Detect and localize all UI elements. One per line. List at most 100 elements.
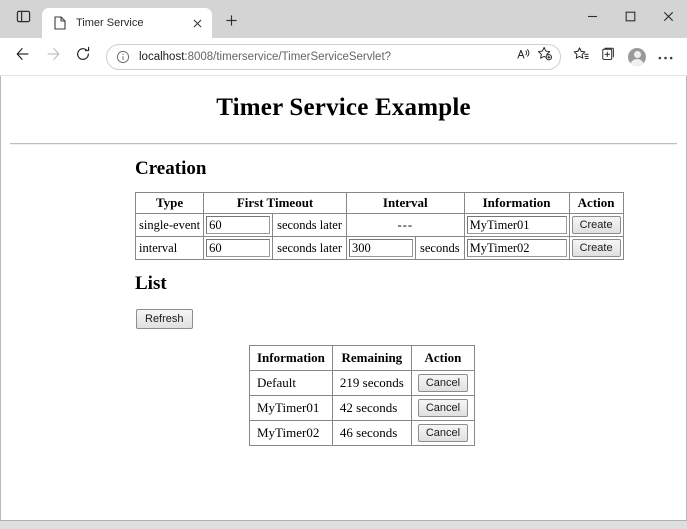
refresh-button[interactable]: Refresh [136, 309, 193, 329]
creation-table-body: single-event seconds later --- Create [134, 213, 624, 260]
list-row1-remaining: 42 seconds [331, 395, 412, 421]
creation-col-type: Type [134, 192, 205, 214]
settings-and-more-button[interactable] [651, 43, 679, 71]
back-arrow-icon [15, 46, 31, 67]
creation-row1-type: interval [134, 236, 205, 260]
add-favorite-star-icon [537, 46, 553, 67]
information-input-row0[interactable] [466, 216, 567, 234]
browser-window: Timer Service localhost:8008/timerservic… [0, 0, 687, 529]
list-table-head: Information Remaining Action [249, 345, 476, 371]
creation-row1-action-cell: Create [568, 236, 624, 260]
maximize-icon [625, 9, 636, 27]
tab-search-button[interactable] [8, 4, 38, 34]
creation-header-row: Type First Timeout Interval Information … [134, 192, 624, 214]
list-row2-remaining: 46 seconds [331, 420, 412, 446]
collections-button[interactable] [595, 43, 623, 71]
information-input-row1[interactable] [466, 239, 567, 257]
creation-row0-action-cell: Create [568, 213, 624, 237]
list-row1-information: MyTimer01 [249, 395, 333, 421]
creation-row1-first-timeout-label: seconds later [272, 236, 347, 260]
list-heading: List [135, 273, 167, 294]
list-col-action: Action [410, 345, 476, 371]
url-host: localhost [139, 50, 185, 63]
creation-table: Type First Timeout Interval Information … [134, 192, 624, 260]
info-circle-icon[interactable] [113, 47, 133, 67]
navigation-toolbar: localhost:8008/timerservice/TimerService… [0, 38, 687, 76]
creation-row0-first-timeout-label: seconds later [272, 213, 347, 237]
creation-row0-interval-empty: --- [346, 213, 465, 237]
tab-close-button[interactable] [188, 14, 206, 32]
favorites-button[interactable] [567, 43, 595, 71]
minimize-icon [587, 9, 598, 27]
page-viewport: Timer Service Example Creation Type Firs… [0, 76, 687, 520]
window-minimize-button[interactable] [573, 0, 611, 36]
table-row: interval seconds later seconds [134, 236, 624, 260]
plus-icon [225, 12, 238, 32]
list-table-body: Default 219 seconds Cancel MyTimer01 42 … [249, 370, 476, 446]
add-favorite-button[interactable] [534, 46, 556, 68]
reload-button[interactable] [68, 42, 98, 72]
reload-icon [75, 46, 91, 67]
create-button-row1[interactable]: Create [571, 239, 621, 257]
address-bar-url: localhost:8008/timerservice/TimerService… [139, 51, 512, 63]
read-aloud-icon [516, 47, 531, 67]
list-table: Information Remaining Action Default 219… [249, 345, 476, 446]
page-content: Timer Service Example Creation Type Firs… [1, 94, 686, 446]
cancel-button-row2[interactable]: Cancel [417, 424, 469, 442]
creation-row1-interval-cell [346, 236, 416, 260]
creation-row1-information-cell [463, 236, 570, 260]
desktop-taskbar-strip [0, 520, 687, 529]
list-row2-information: MyTimer02 [249, 420, 333, 446]
interval-input-row1[interactable] [349, 239, 413, 257]
table-row: single-event seconds later --- Create [134, 213, 624, 237]
list-col-remaining: Remaining [331, 345, 412, 371]
profile-avatar-icon [628, 47, 646, 66]
cancel-button-row0[interactable]: Cancel [417, 374, 469, 392]
page-icon [52, 15, 68, 31]
title-divider [10, 143, 677, 145]
window-maximize-button[interactable] [611, 0, 649, 36]
list-row2-action-cell: Cancel [410, 420, 476, 446]
create-button-row0[interactable]: Create [571, 216, 621, 234]
creation-col-first-timeout: First Timeout [203, 192, 347, 214]
list-row1-action-cell: Cancel [410, 395, 476, 421]
forward-arrow-icon [45, 46, 61, 67]
tab-title: Timer Service [76, 17, 144, 29]
table-row: Default 219 seconds Cancel [249, 370, 476, 396]
forward-button[interactable] [38, 42, 68, 72]
list-row0-remaining: 219 seconds [331, 370, 412, 396]
window-controls [573, 0, 687, 36]
first-timeout-input-row1[interactable] [206, 239, 271, 257]
creation-row1-interval-label: seconds [415, 236, 465, 260]
creation-col-information: Information [463, 192, 570, 214]
back-button[interactable] [8, 42, 38, 72]
collections-icon [601, 46, 618, 68]
list-row0-information: Default [249, 370, 333, 396]
cancel-button-row1[interactable]: Cancel [417, 399, 469, 417]
creation-row0-type: single-event [134, 213, 205, 237]
creation-table-head: Type First Timeout Interval Information … [134, 192, 624, 214]
browser-tab[interactable]: Timer Service [42, 8, 212, 38]
more-options-icon [657, 48, 674, 66]
profile-button[interactable] [623, 43, 651, 71]
new-tab-button[interactable] [218, 9, 244, 35]
window-close-button[interactable] [649, 0, 687, 36]
list-row0-action-cell: Cancel [410, 370, 476, 396]
creation-row0-first-timeout-cell [203, 213, 274, 237]
url-path: :8008/timerservice/TimerServiceServlet? [184, 50, 392, 63]
close-icon [663, 9, 674, 27]
creation-heading: Creation [135, 158, 207, 179]
tab-strip: Timer Service [0, 0, 687, 38]
table-row: MyTimer02 46 seconds Cancel [249, 420, 476, 446]
creation-col-interval: Interval [346, 192, 465, 214]
creation-col-action: Action [568, 192, 624, 214]
favorites-star-icon [573, 46, 590, 68]
page-title: Timer Service Example [216, 94, 471, 121]
first-timeout-input-row0[interactable] [206, 216, 271, 234]
address-bar[interactable]: localhost:8008/timerservice/TimerService… [106, 43, 561, 70]
read-aloud-button[interactable] [512, 46, 534, 68]
list-col-information: Information [249, 345, 333, 371]
creation-row0-information-cell [463, 213, 570, 237]
creation-row1-first-timeout-cell [203, 236, 274, 260]
list-header-row: Information Remaining Action [249, 345, 476, 371]
